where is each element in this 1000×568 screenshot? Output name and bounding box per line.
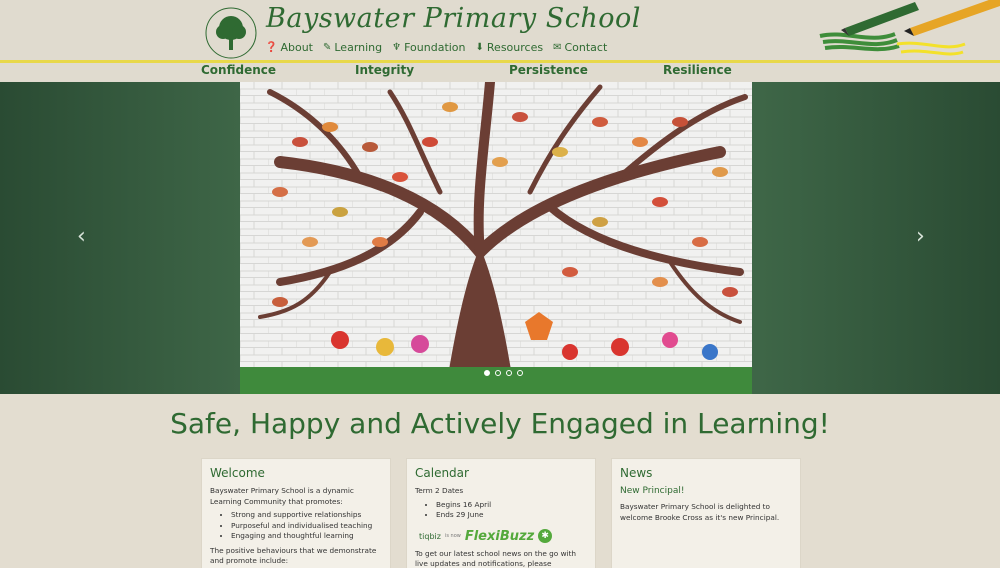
welcome-list: Strong and supportive relationships Purp… (231, 510, 382, 542)
school-logo[interactable] (201, 6, 261, 60)
calendar-text: To get our latest school news on the go … (415, 548, 577, 568)
pencils-decoration (819, 0, 1000, 56)
welcome-outro: The positive behaviours that we demonstr… (210, 545, 377, 566)
list-item: Begins 16 April (436, 500, 587, 511)
nav-learning[interactable]: ✎ Learning (323, 41, 382, 54)
welcome-title: Welcome (210, 466, 265, 480)
flexibuzz-badge-icon: ✱ (538, 529, 553, 543)
tagline-heading: Safe, Happy and Actively Engaged in Lear… (170, 407, 830, 440)
calendar-panel: Calendar Term 2 Dates Begins 16 April En… (406, 458, 596, 568)
carousel-indicators (484, 370, 523, 376)
carousel-indicator[interactable] (484, 370, 490, 376)
seedling-icon: ♆ (392, 42, 402, 53)
nav-contact[interactable]: ✉ Contact (553, 41, 607, 54)
value-confidence: Confidence (201, 63, 277, 77)
carousel-next-button[interactable]: › (916, 224, 925, 249)
carousel-indicator[interactable] (506, 370, 512, 376)
value-integrity: Integrity (355, 63, 415, 77)
is-now-label: is now (444, 533, 461, 539)
hero-carousel: ‹ › (0, 82, 1000, 394)
nav-contact-label: Contact (564, 41, 608, 54)
site-title[interactable]: Bayswater Primary School (266, 3, 641, 34)
nav-about[interactable]: ❓ About (265, 41, 313, 54)
nav-foundation[interactable]: ♆ Foundation (392, 41, 465, 54)
nav-resources-label: Resources (486, 41, 544, 54)
carousel-indicator[interactable] (517, 370, 523, 376)
tree-mural-image (240, 82, 752, 394)
site-header: Bayswater Primary School ❓ About ✎ Learn… (0, 0, 1000, 62)
calendar-list: Begins 16 April Ends 29 June (436, 500, 587, 521)
nav-learning-label: Learning (334, 41, 383, 54)
pencil-icon: ✎ (322, 42, 332, 53)
flexibuzz-logo[interactable]: tiqbiz is now FlexiBuzz ✱ (419, 529, 587, 544)
welcome-panel: Welcome Bayswater Primary School is a dy… (201, 458, 391, 568)
carousel-indicator[interactable] (495, 370, 501, 376)
calendar-title: Calendar (415, 466, 469, 480)
list-item: Purposeful and individualised teaching (231, 521, 382, 532)
envelope-icon: ✉ (553, 42, 562, 53)
list-item: Ends 29 June (436, 510, 587, 521)
value-persistence: Persistence (509, 63, 588, 77)
carousel-prev-button[interactable]: ‹ (77, 224, 86, 249)
values-bar: Confidence Integrity Persistence Resilie… (0, 63, 1000, 82)
flexibuzz-label: FlexiBuzz (464, 528, 535, 544)
value-resilience: Resilience (663, 63, 732, 77)
tiqbiz-label: tiqbiz (419, 531, 441, 541)
nav-foundation-label: Foundation (404, 41, 466, 54)
news-headline[interactable]: New Principal! (620, 486, 792, 496)
top-navigation: ❓ About ✎ Learning ♆ Foundation ⬇ Resour… (265, 41, 607, 54)
list-item: Strong and supportive relationships (231, 510, 382, 521)
nav-resources[interactable]: ⬇ Resources (476, 41, 544, 54)
calendar-subtitle: Term 2 Dates (415, 486, 464, 495)
question-circle-icon: ❓ (265, 42, 278, 53)
download-icon: ⬇ (475, 42, 484, 53)
nav-about-label: About (280, 41, 313, 54)
news-text: Bayswater Primary School is delighted to… (620, 502, 780, 522)
news-panel: News New Principal! Bayswater Primary Sc… (611, 458, 801, 568)
news-title: News (620, 466, 653, 480)
welcome-intro: Bayswater Primary School is a dynamic Le… (210, 486, 354, 506)
list-item: Engaging and thoughtful learning (231, 531, 382, 542)
